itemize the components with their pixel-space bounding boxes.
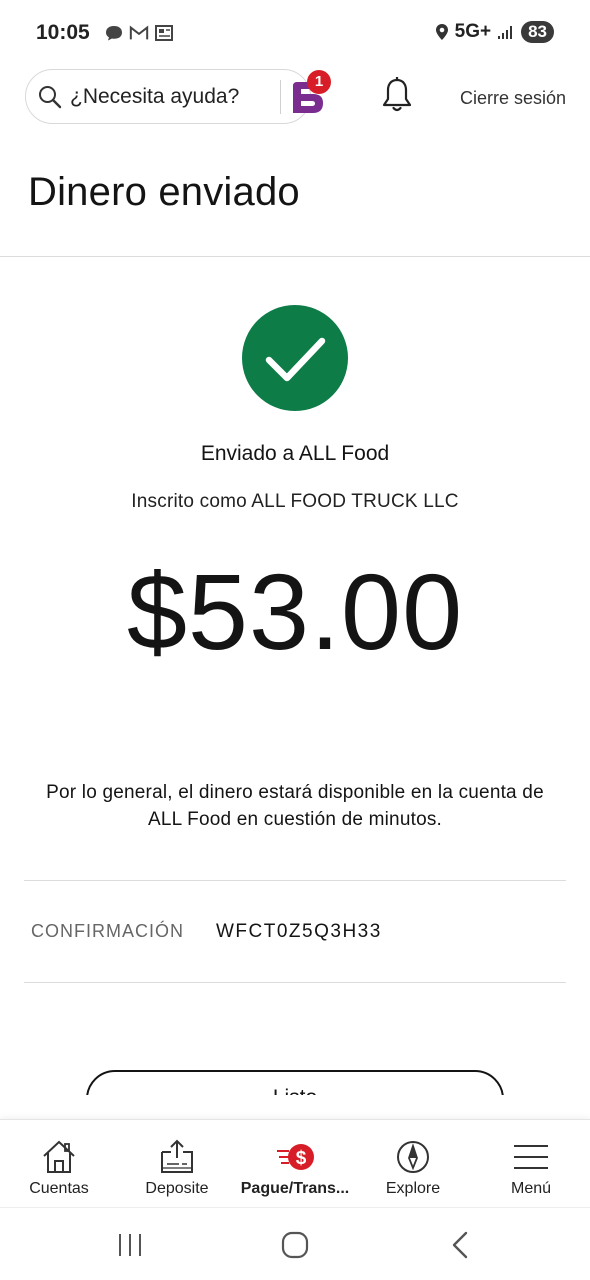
done-button-clip: Listo [0, 1060, 590, 1095]
nav-label: Cuentas [29, 1180, 89, 1197]
confirmation-label: CONFIRMACIÓN [31, 921, 184, 941]
availability-note: Por lo general, el dinero estará disponi… [46, 782, 544, 830]
page-title: Dinero enviado [28, 170, 300, 214]
divider [24, 880, 566, 881]
confirmation-number: WFCT0Z5Q3H33 [216, 921, 382, 942]
notification-badge: 1 [307, 70, 331, 94]
nav-label: Explore [385, 1180, 441, 1197]
status-bar: 10:05 5G+ 83 [0, 0, 590, 68]
done-button[interactable]: Listo [86, 1070, 504, 1095]
nav-item-menu[interactable]: Menú [472, 1120, 590, 1208]
deposit-icon [161, 1139, 193, 1173]
nav-label: Menú [510, 1180, 552, 1197]
divider [280, 80, 281, 114]
notification-icons [104, 24, 174, 42]
help-text: ¿Necesita ayuda? [70, 85, 240, 108]
svg-text:$: $ [296, 1148, 307, 1169]
location-icon [435, 24, 448, 40]
success-checkmark-icon [242, 305, 348, 411]
amount-sent: $53.00 [126, 551, 464, 672]
nav-item-deposit[interactable]: Deposite [118, 1120, 236, 1208]
pay-transfer-icon: $ [277, 1144, 314, 1170]
chat-icon [106, 26, 122, 41]
divider [24, 982, 566, 983]
registered-name: Inscrito como ALL FOOD TRUCK LLC [131, 491, 459, 512]
menu-icon [514, 1145, 548, 1169]
app-header: ¿Necesita ayuda? 1 Cierre sesión [0, 68, 590, 126]
recipient-line: Enviado a ALL Food [200, 442, 390, 465]
system-nav-bar [0, 1207, 590, 1280]
logout-link[interactable]: Cierre sesión [460, 88, 566, 109]
bottom-nav: Cuentas Deposite $ Pague/Trans... Explor… [0, 1119, 590, 1207]
back-icon[interactable] [444, 1228, 478, 1262]
divider [0, 256, 590, 257]
status-time: 10:05 [36, 21, 90, 44]
signal-icon [498, 26, 513, 39]
news-icon [155, 25, 173, 41]
home-icon[interactable] [278, 1228, 312, 1262]
bell-icon[interactable] [381, 76, 413, 114]
nav-item-explore[interactable]: Explore [354, 1120, 472, 1208]
fargo-assistant-button[interactable]: 1 [290, 70, 331, 116]
status-right: 5G+ 83 [435, 21, 554, 43]
search-icon [39, 86, 62, 109]
battery-level: 83 [521, 21, 554, 43]
help-search-bar[interactable]: ¿Necesita ayuda? 1 [25, 69, 331, 124]
gmail-icon [129, 25, 149, 40]
network-type: 5G+ [454, 21, 492, 42]
nav-item-accounts[interactable]: Cuentas [0, 1120, 118, 1208]
nav-label: Deposite [145, 1180, 209, 1197]
nav-label: Pague/Trans... [240, 1180, 350, 1197]
nav-item-pay-transfer[interactable]: $ Pague/Trans... [236, 1120, 354, 1208]
compass-icon [397, 1141, 429, 1173]
house-icon [43, 1140, 75, 1173]
recent-apps-icon[interactable] [113, 1228, 147, 1262]
